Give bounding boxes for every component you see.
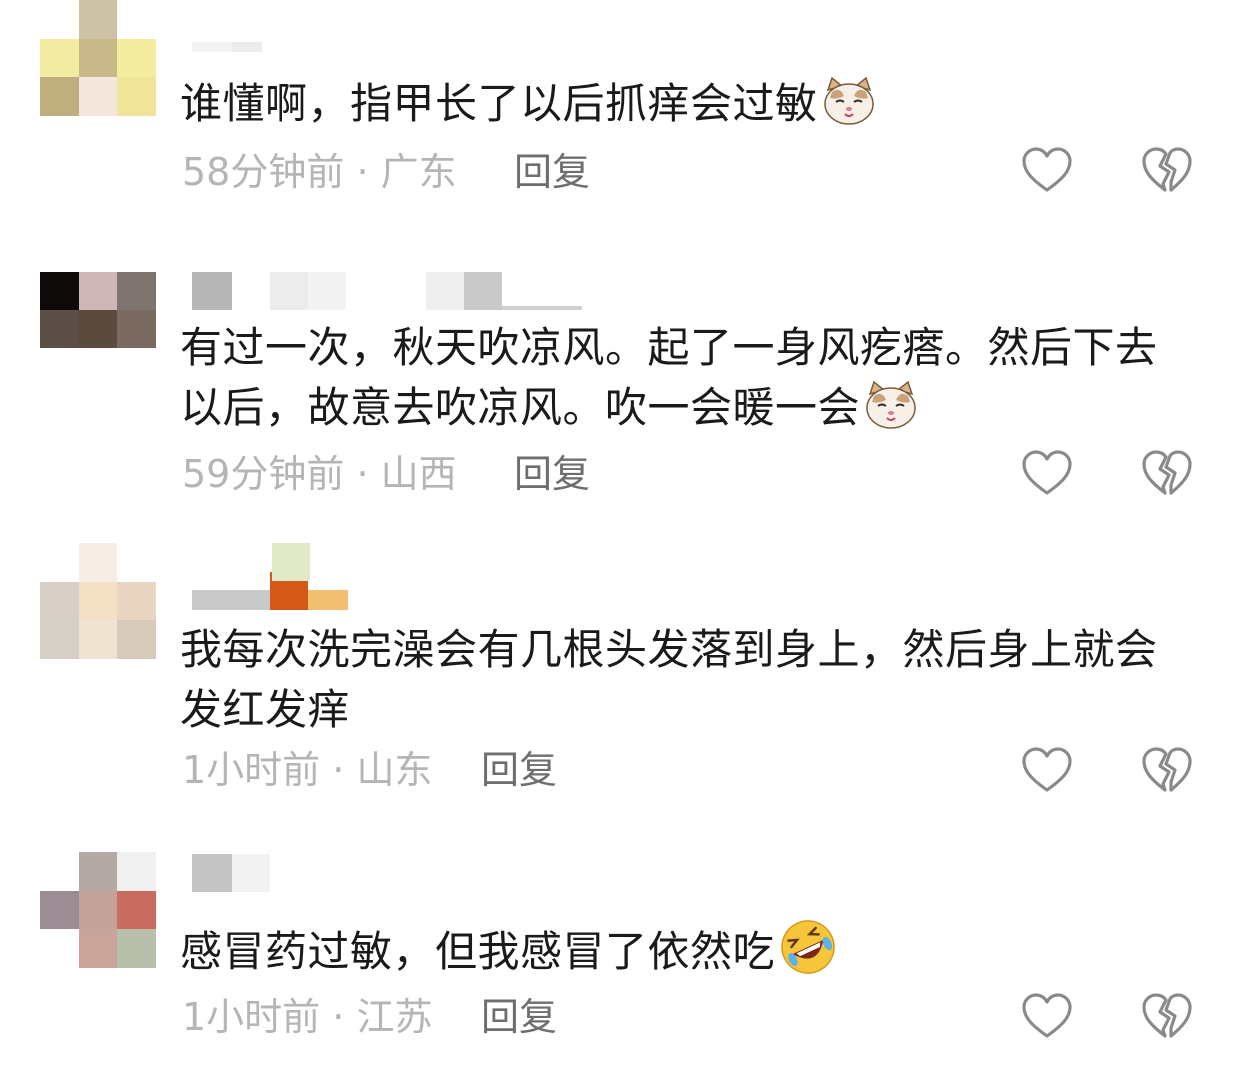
- comment-text: 有过一次，秋天吹凉风。起了一身风疙瘩。然后下去以后，故意去吹凉风。吹一会暖一会: [180, 318, 1190, 438]
- broken-heart-outline-icon[interactable]: [1141, 746, 1193, 794]
- location: 江苏: [356, 995, 433, 1039]
- comment-text: 谁懂啊，指甲长了以后抓痒会过敏: [180, 74, 1190, 134]
- heart-outline-icon[interactable]: [1021, 449, 1073, 497]
- comment-text-content: 谁懂啊，指甲长了以后抓痒会过敏: [180, 79, 818, 128]
- comment-meta: 58分钟前 · 广东: [182, 150, 457, 194]
- username-blurred[interactable]: [192, 270, 582, 310]
- username-blurred[interactable]: [192, 852, 270, 892]
- avatar[interactable]: [40, 272, 156, 348]
- avatar[interactable]: [40, 543, 156, 659]
- heart-outline-icon[interactable]: [1021, 992, 1073, 1040]
- location: 山西: [380, 452, 457, 496]
- rolling-laughing-emoji: [781, 920, 835, 974]
- avatar[interactable]: [40, 0, 156, 116]
- comment-meta: 1小时前 · 江苏: [182, 995, 432, 1039]
- comment-text: 感冒药过敏，但我感冒了依然吃: [180, 918, 1190, 982]
- timestamp: 59分钟前: [182, 452, 345, 496]
- heart-outline-icon[interactable]: [1021, 146, 1073, 194]
- meta-separator: ·: [344, 452, 381, 496]
- timestamp: 1小时前: [182, 748, 321, 792]
- reply-button[interactable]: 回复: [514, 452, 590, 496]
- timestamp: 1小时前: [182, 995, 321, 1039]
- meta-separator: ·: [344, 150, 381, 194]
- cat-face-emoji: [823, 76, 874, 125]
- cat-face-emoji: [866, 380, 916, 429]
- heart-outline-icon[interactable]: [1021, 746, 1073, 794]
- broken-heart-outline-icon[interactable]: [1141, 449, 1193, 497]
- username-blurred[interactable]: [192, 12, 262, 52]
- meta-separator: ·: [320, 995, 357, 1039]
- comment-text-content: 感冒药过敏，但我感冒了依然吃: [180, 927, 776, 976]
- location: 山东: [356, 748, 433, 792]
- comment-text: 我每次洗完澡会有几根头发落到身上，然后身上就会发红发痒: [180, 620, 1190, 740]
- broken-heart-outline-icon[interactable]: [1141, 146, 1193, 194]
- comment-text-content: 我每次洗完澡会有几根头发落到身上，然后身上就会发红发痒: [180, 625, 1158, 734]
- username-blurred-block: [272, 543, 310, 581]
- location: 广东: [380, 150, 457, 194]
- broken-heart-outline-icon[interactable]: [1141, 992, 1193, 1040]
- timestamp: 58分钟前: [182, 150, 345, 194]
- username-blurred[interactable]: [192, 570, 348, 610]
- reply-button[interactable]: 回复: [481, 995, 557, 1039]
- comment-meta: 1小时前 · 山东: [182, 748, 432, 792]
- comment-text-content: 有过一次，秋天吹凉风。起了一身风疙瘩。然后下去以后，故意去吹凉风。吹一会暖一会: [180, 323, 1158, 432]
- avatar[interactable]: [40, 852, 156, 968]
- reply-button[interactable]: 回复: [481, 748, 557, 792]
- comment-meta: 59分钟前 · 山西: [182, 452, 457, 496]
- reply-button[interactable]: 回复: [514, 150, 590, 194]
- meta-separator: ·: [320, 748, 357, 792]
